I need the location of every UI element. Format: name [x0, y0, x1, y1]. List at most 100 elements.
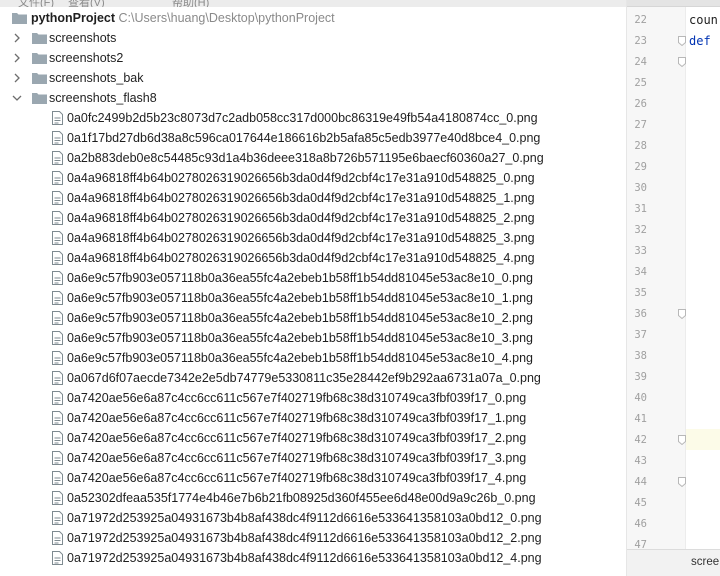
editor-gutter[interactable]: 22 23 24 25 26 27 28 29 30 31 32 33 34 35 36 37 38 39 40 41…	[627, 0, 686, 576]
file-row[interactable]: 0a6e9c57fb903e057118b0a36ea55fc4a2ebeb1b…	[0, 288, 626, 308]
line-number: 34	[634, 266, 647, 278]
file-row[interactable]: 0a52302dfeaa535f1774e4b46e7b6b21fb08925d…	[0, 488, 626, 508]
file-row[interactable]: 0a6e9c57fb903e057118b0a36ea55fc4a2ebeb1b…	[0, 328, 626, 348]
folder-icon	[32, 33, 47, 44]
image-file-icon	[52, 151, 63, 165]
chevron-right-icon[interactable]	[12, 72, 22, 84]
image-file-icon	[52, 191, 63, 205]
fold-marker-icon[interactable]	[678, 435, 686, 445]
line-number: 38	[634, 350, 647, 362]
file-row[interactable]: 0a4a96818ff4b64b0278026319026656b3da0d4f…	[0, 208, 626, 228]
bottom-tab-bar: scree	[627, 549, 720, 576]
file-row[interactable]: 0a71972d253925a04931673b4b8af438dc4f9112…	[0, 548, 626, 568]
fold-marker-icon[interactable]	[678, 309, 686, 319]
line-number: 22	[634, 14, 647, 26]
folder-label: screenshots_flash8	[49, 91, 157, 105]
file-label: 0a4a96818ff4b64b0278026319026656b3da0d4f…	[67, 191, 535, 205]
line-number: 25	[634, 77, 647, 89]
line-number: 37	[634, 329, 647, 341]
file-label: 0a7420ae56e6a87c4cc6cc611c567e7f402719fb…	[67, 391, 527, 405]
folder-icon	[12, 13, 27, 24]
file-row[interactable]: 0a71972d253925a04931673b4b8af438dc4f9112…	[0, 508, 626, 528]
folder-row[interactable]: screenshots	[0, 28, 626, 48]
line-number: 40	[634, 392, 647, 404]
image-file-icon	[52, 411, 63, 425]
image-file-icon	[52, 291, 63, 305]
fold-marker-icon[interactable]	[678, 477, 686, 487]
file-row[interactable]: 0a4a96818ff4b64b0278026319026656b3da0d4f…	[0, 228, 626, 248]
line-number: 23	[634, 35, 647, 47]
image-file-icon	[52, 171, 63, 185]
project-name: pythonProject	[31, 11, 116, 25]
file-label: 0a1f17bd27db6d38a8c596ca017644e186616b2b…	[67, 131, 541, 145]
folder-row[interactable]: screenshots_flash8	[0, 88, 626, 108]
code-line[interactable]: coun	[689, 12, 718, 28]
project-tree[interactable]: pythonProject C:\Users\huang\Desktop\pyt…	[0, 7, 626, 576]
file-label: 0a4a96818ff4b64b0278026319026656b3da0d4f…	[67, 211, 535, 225]
image-file-icon	[52, 131, 63, 145]
image-file-icon	[52, 331, 63, 345]
folder-label: screenshots_bak	[49, 71, 144, 85]
folder-label: screenshots	[49, 31, 117, 45]
line-number: 29	[634, 161, 647, 173]
file-label: 0a52302dfeaa535f1774e4b46e7b6b21fb08925d…	[67, 491, 536, 505]
file-label: 0a71972d253925a04931673b4b8af438dc4f9112…	[67, 551, 542, 565]
image-file-icon	[52, 451, 63, 465]
image-file-icon	[52, 511, 63, 525]
image-file-icon	[52, 271, 63, 285]
file-label: 0a7420ae56e6a87c4cc6cc611c567e7f402719fb…	[67, 411, 527, 425]
code-line[interactable]: def	[689, 33, 711, 49]
line-number: 43	[634, 455, 647, 467]
file-row[interactable]: 0a4a96818ff4b64b0278026319026656b3da0d4f…	[0, 248, 626, 268]
folder-row[interactable]: screenshots2	[0, 48, 626, 68]
folder-icon	[32, 93, 47, 104]
image-file-icon	[52, 351, 63, 365]
line-number: 45	[634, 497, 647, 509]
line-number: 28	[634, 140, 647, 152]
line-number: 44	[634, 476, 647, 488]
line-number: 39	[634, 371, 647, 383]
image-file-icon	[52, 391, 63, 405]
file-label: 0a6e9c57fb903e057118b0a36ea55fc4a2ebeb1b…	[67, 291, 533, 305]
line-number: 36	[634, 308, 647, 320]
image-file-icon	[52, 551, 63, 565]
file-row[interactable]: 0a7420ae56e6a87c4cc6cc611c567e7f402719fb…	[0, 448, 626, 468]
line-number: 31	[634, 203, 647, 215]
file-row[interactable]: 0a4a96818ff4b64b0278026319026656b3da0d4f…	[0, 188, 626, 208]
file-row[interactable]: 0a6e9c57fb903e057118b0a36ea55fc4a2ebeb1b…	[0, 308, 626, 328]
file-row[interactable]: 0a4a96818ff4b64b0278026319026656b3da0d4f…	[0, 168, 626, 188]
project-root-row[interactable]: pythonProject C:\Users\huang\Desktop\pyt…	[0, 8, 626, 28]
bottom-tab[interactable]: scree	[691, 556, 719, 568]
file-row[interactable]: 0a7420ae56e6a87c4cc6cc611c567e7f402719fb…	[0, 428, 626, 448]
chevron-right-icon[interactable]	[12, 32, 22, 44]
editor-pane[interactable]: 22 23 24 25 26 27 28 29 30 31 32 33 34 35 36 37 38 39 40 41…	[626, 0, 720, 576]
file-row[interactable]: 0a7420ae56e6a87c4cc6cc611c567e7f402719fb…	[0, 408, 626, 428]
file-label: 0a7420ae56e6a87c4cc6cc611c567e7f402719fb…	[67, 431, 527, 445]
line-number: 33	[634, 245, 647, 257]
line-number: 41	[634, 413, 647, 425]
file-row[interactable]: 0a0fc2499b2d5b23c8073d7c2adb058cc317d000…	[0, 108, 626, 128]
line-number: 30	[634, 182, 647, 194]
line-number: 26	[634, 98, 647, 110]
file-row[interactable]: 0a71972d253925a04931673b4b8af438dc4f9112…	[0, 528, 626, 548]
image-file-icon	[52, 371, 63, 385]
file-row[interactable]: 0a6e9c57fb903e057118b0a36ea55fc4a2ebeb1b…	[0, 348, 626, 368]
image-file-icon	[52, 211, 63, 225]
file-label: 0a6e9c57fb903e057118b0a36ea55fc4a2ebeb1b…	[67, 311, 533, 325]
file-row[interactable]: 0a1f17bd27db6d38a8c596ca017644e186616b2b…	[0, 128, 626, 148]
fold-marker-icon[interactable]	[678, 36, 686, 46]
file-row[interactable]: 0a7420ae56e6a87c4cc6cc611c567e7f402719fb…	[0, 468, 626, 488]
fold-marker-icon[interactable]	[678, 57, 686, 67]
file-row[interactable]: 0a7420ae56e6a87c4cc6cc611c567e7f402719fb…	[0, 388, 626, 408]
file-row[interactable]: 0a6e9c57fb903e057118b0a36ea55fc4a2ebeb1b…	[0, 268, 626, 288]
line-number: 32	[634, 224, 647, 236]
chevron-right-icon[interactable]	[12, 52, 22, 64]
chevron-down-icon[interactable]	[12, 92, 22, 104]
line-number: 24	[634, 56, 647, 68]
folder-label: screenshots2	[49, 51, 124, 65]
file-label: 0a6e9c57fb903e057118b0a36ea55fc4a2ebeb1b…	[67, 351, 533, 365]
file-label: 0a4a96818ff4b64b0278026319026656b3da0d4f…	[67, 231, 535, 245]
file-row[interactable]: 0a2b883deb0e8c54485c93d1a4b36deee318a8b7…	[0, 148, 626, 168]
folder-row[interactable]: screenshots_bak	[0, 68, 626, 88]
file-row[interactable]: 0a067d6f07aecde7342e2e5db74779e5330811c3…	[0, 368, 626, 388]
